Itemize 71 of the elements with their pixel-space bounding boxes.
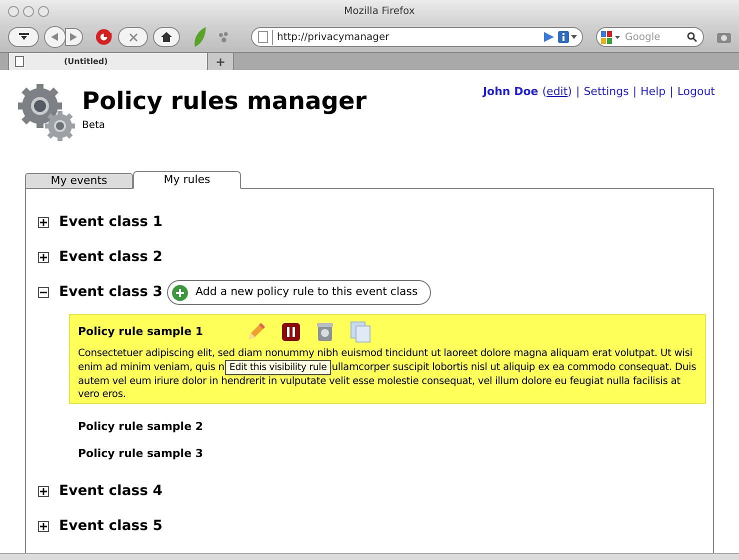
window-title: Mozilla Firefox (344, 5, 415, 19)
rule-title[interactable]: Policy rule sample 1 (78, 324, 232, 340)
forward-button[interactable] (65, 28, 83, 46)
new-tab-button[interactable]: + (208, 53, 234, 70)
tooltip: Edit this visibility rule (225, 360, 331, 375)
plus-icon (40, 254, 47, 261)
home-button[interactable] (152, 27, 180, 47)
panel-tab[interactable]: My events (25, 173, 133, 189)
event-class-title[interactable]: Event class 4 (59, 481, 163, 502)
camera-icon[interactable] (717, 31, 732, 43)
minus-icon (40, 289, 47, 296)
header-link[interactable]: Logout (677, 84, 715, 100)
search-placeholder: Google (625, 30, 662, 44)
toolbar-button[interactable] (8, 27, 40, 47)
trash-icon[interactable] (316, 322, 334, 342)
play-icon[interactable] (544, 32, 554, 42)
paw-icon[interactable] (218, 31, 230, 43)
search-engine-icon (601, 30, 622, 44)
back-button[interactable] (44, 26, 66, 48)
panel-tab[interactable]: My rules (133, 171, 241, 189)
subtitle: Beta (82, 119, 106, 133)
search-icon (687, 32, 698, 42)
plus-icon (40, 523, 47, 530)
info-icon[interactable] (558, 31, 578, 43)
leaf-icon[interactable] (193, 26, 208, 48)
expand-toggle[interactable] (38, 486, 49, 497)
rule-title[interactable]: Policy rule sample 2 (78, 419, 232, 436)
collapse-toggle[interactable] (38, 287, 49, 298)
parenthesis: ) (568, 84, 572, 100)
page-title: Policy rules manager (82, 86, 367, 116)
download-icon (18, 32, 30, 42)
plus-icon (40, 219, 47, 226)
window-zoom-button[interactable] (38, 6, 49, 16)
window-minimize-button[interactable] (23, 6, 34, 16)
edit-link[interactable]: edit (546, 84, 568, 100)
address-field[interactable]: http://privacymanager (250, 27, 584, 47)
page-icon (15, 56, 24, 67)
separator: | (576, 84, 580, 100)
expand-toggle[interactable] (38, 217, 49, 228)
user-name: John Doe (482, 84, 538, 100)
plus-circle-icon (172, 284, 188, 300)
pencil-icon[interactable] (246, 322, 266, 342)
close-icon (128, 32, 138, 42)
page-icon (258, 31, 268, 43)
stop-button[interactable] (118, 27, 148, 47)
event-class-title[interactable]: Event class 3 (59, 282, 163, 303)
parenthesis: ( (542, 84, 547, 100)
pause-icon[interactable] (282, 323, 300, 341)
rule-description: Consectetuer adipiscing elit, sed diam nonummy nibh euismod tincidunt ut laoreet dolore magna aliquam erat volutpat. Ut wisi enim ad minim veniam, quis n Edit this visibility rule ullamcorper suscipit lobortis nisl ut aliquip ex ea commodo consequat. Duis autem vel eum iriure dolor in hendrerit in vulputate velit esse molestie consequat, vel illum dolore eu feugiat nulla facilisis at vero eros. (78, 347, 697, 401)
tab-title: (Untitled) (64, 56, 108, 68)
rule-title[interactable]: Policy rule sample 3 (78, 446, 232, 463)
header-link[interactable]: Help (640, 84, 666, 100)
plus-icon (40, 488, 47, 495)
expand-toggle[interactable] (38, 521, 49, 532)
event-class-title[interactable]: Event class 2 (59, 247, 163, 268)
event-class-title[interactable]: Event class 5 (59, 516, 163, 537)
browser-tab[interactable]: (Untitled) (8, 53, 208, 70)
header-link[interactable]: Settings (584, 84, 629, 100)
separator: | (632, 84, 637, 100)
forward-arrow-icon (70, 33, 78, 41)
copy-icon[interactable] (350, 321, 372, 343)
url-text: http://privacymanager (272, 30, 540, 44)
separator: | (670, 84, 674, 100)
back-arrow-icon (51, 33, 60, 41)
event-class-title[interactable]: Event class 1 (59, 212, 163, 233)
gears-logo (18, 84, 76, 142)
window-close-button[interactable] (8, 6, 19, 16)
home-icon (161, 32, 172, 42)
add-rule-button[interactable]: Add a new policy rule to this event class (166, 280, 431, 305)
expand-toggle[interactable] (38, 252, 49, 263)
reload-icon[interactable] (94, 27, 114, 47)
